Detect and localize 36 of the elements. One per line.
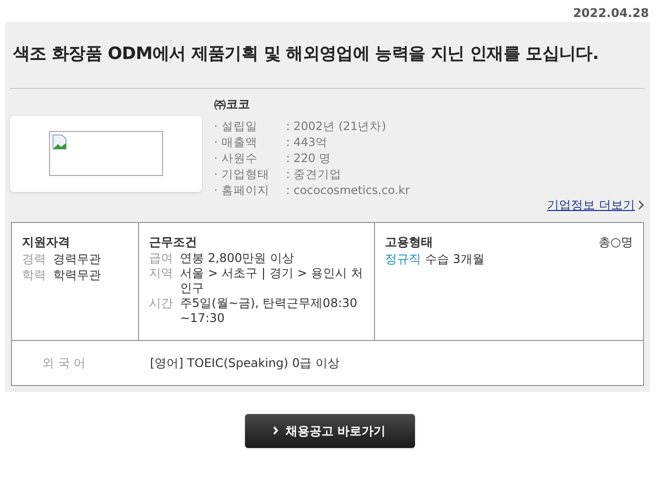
row-value: 주5일(월~금), 탄력근무제08:30~17:30	[180, 296, 358, 326]
employment-detail: 수습 3개월	[425, 250, 484, 266]
headcount: 총○명	[598, 234, 633, 250]
posting-date: 2022.04.28	[573, 5, 649, 22]
chevron-right-icon	[273, 426, 280, 435]
row-value: 경력무관	[53, 250, 101, 266]
company-name: ㈜코코	[214, 96, 251, 112]
section-heading: 지원자격	[22, 234, 71, 250]
row-value: 연봉 2,800만원 이상	[180, 250, 294, 266]
broken-image-icon	[49, 131, 163, 176]
info-value: : 220 명	[286, 150, 332, 166]
apply-button[interactable]: 채용공고 바로가기	[244, 414, 414, 448]
chevron-right-icon	[638, 200, 645, 210]
row-value: 서울 > 서초구 | 경기 > 용인시 처인구	[180, 266, 364, 296]
info-label: · 기업형태	[214, 166, 270, 182]
company-info-link[interactable]: 기업정보 더보기	[547, 196, 635, 214]
row-label: 지역	[149, 266, 174, 282]
section-heading: 고용형태	[385, 234, 434, 250]
row-label: 외 국 어	[41, 354, 87, 372]
posting-title: 색조 화장품 ODM에서 제품기획 및 해외영업에 능력을 지닌 인재를 모십니다.	[12, 43, 600, 66]
row-label: 학력	[22, 266, 47, 282]
row-value: [영어] TOEIC(Speaking) 0급 이상	[149, 354, 340, 372]
info-label: · 매출액	[214, 134, 258, 150]
info-value: : 443억	[286, 134, 328, 150]
info-value: : cococosmetics.co.kr	[286, 182, 410, 198]
section-heading: 근무조건	[149, 234, 198, 250]
info-value: : 중견기업	[286, 166, 342, 182]
info-label: · 사원수	[214, 150, 258, 166]
row-value: 학력무관	[53, 266, 101, 282]
info-label: · 홈페이지	[214, 182, 270, 198]
row-label: 경력	[22, 250, 47, 266]
employment-type: 정규직	[385, 250, 421, 266]
info-value: : 2002년 (21년차)	[286, 118, 386, 134]
row-label: 급여	[149, 250, 174, 266]
row-label: 시간	[149, 296, 174, 312]
info-label: · 설립일	[214, 118, 258, 134]
